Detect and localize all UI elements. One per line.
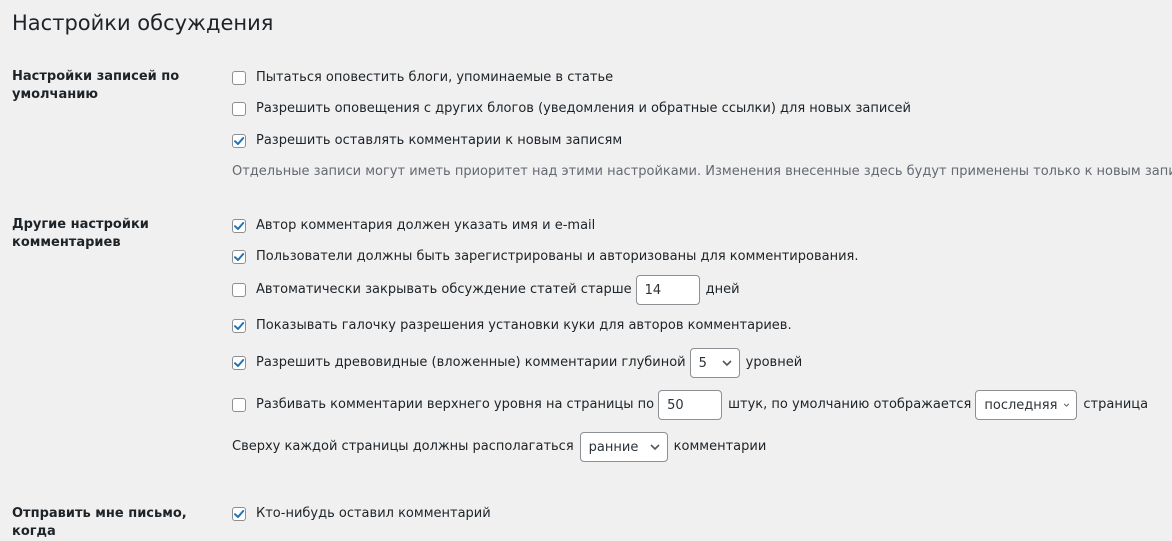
close-old-row: Автоматически закрывать обсуждение стате… bbox=[232, 275, 740, 305]
anyone-posts-row[interactable]: Кто-нибудь оставил комментарий bbox=[232, 501, 491, 527]
checkmark-icon bbox=[234, 253, 245, 261]
chevron-down-icon bbox=[1064, 403, 1070, 407]
threaded-label[interactable]: Разрешить древовидные (вложенные) коммен… bbox=[256, 354, 686, 372]
pingbacks-row[interactable]: Пытаться оповестить блоги, упоминаемые в… bbox=[232, 65, 613, 91]
require-name-email-checkbox[interactable] bbox=[232, 219, 246, 233]
notifications-label[interactable]: Разрешить оповещения с других блогов (ув… bbox=[256, 100, 911, 118]
allow-comments-label[interactable]: Разрешить оставлять комментарии к новым … bbox=[256, 132, 622, 150]
thread-depth-value: 5 bbox=[698, 355, 707, 371]
section-label-email-me-whenever: Отправить мне письмо, когда bbox=[12, 506, 187, 539]
comments-per-page-input[interactable]: 50 bbox=[658, 390, 723, 420]
paginate-middle-text: штук, по умолчанию отображается bbox=[728, 397, 972, 412]
anyone-posts-label[interactable]: Кто-нибудь оставил комментарий bbox=[256, 505, 491, 523]
comment-order-select[interactable]: ранние bbox=[579, 432, 668, 462]
section-label-default-post-settings: Настройки записей по умолчанию bbox=[12, 69, 180, 102]
section-label-other-comment-settings: Другие настройки комментариев bbox=[12, 217, 149, 250]
close-days-input[interactable]: 14 bbox=[635, 275, 700, 305]
paginate-row: Разбивать комментарии верхнего уровня на… bbox=[232, 390, 1149, 420]
threaded-checkbox[interactable] bbox=[232, 356, 246, 370]
pingbacks-label[interactable]: Пытаться оповестить блоги, упоминаемые в… bbox=[256, 69, 613, 87]
registration-row[interactable]: Пользователи должны быть зарегистрирован… bbox=[232, 244, 858, 270]
threaded-row: Разрешить древовидные (вложенные) коммен… bbox=[232, 348, 803, 378]
close-days-unit: дней bbox=[705, 282, 740, 297]
checkmark-icon bbox=[234, 359, 245, 367]
require-name-email-label[interactable]: Автор комментария должен указать имя и e… bbox=[256, 217, 595, 235]
allow-comments-row[interactable]: Разрешить оставлять комментарии к новым … bbox=[232, 128, 622, 154]
registration-checkbox[interactable] bbox=[232, 250, 246, 264]
allow-comments-checkbox[interactable] bbox=[232, 134, 246, 148]
paginate-after-text: страница bbox=[1083, 397, 1149, 412]
paginate-label[interactable]: Разбивать комментарии верхнего уровня на… bbox=[256, 396, 654, 414]
close-old-checkbox[interactable] bbox=[232, 283, 246, 297]
checkmark-icon bbox=[234, 137, 245, 145]
cookies-checkbox[interactable] bbox=[232, 319, 246, 333]
pingbacks-checkbox[interactable] bbox=[232, 71, 246, 85]
require-name-email-row[interactable]: Автор комментария должен указать имя и e… bbox=[232, 213, 595, 239]
defaults-description: Отдельные записи могут иметь приоритет н… bbox=[232, 163, 1172, 179]
comment-order-label: Сверху каждой страницы должны располагат… bbox=[232, 439, 574, 454]
page-title: Настройки обсуждения bbox=[12, 11, 274, 35]
paginate-checkbox[interactable] bbox=[232, 398, 246, 412]
default-page-select[interactable]: последняя bbox=[975, 390, 1078, 420]
comment-order-value: ранние bbox=[588, 439, 639, 455]
chevron-down-icon bbox=[650, 444, 660, 451]
chevron-down-icon bbox=[722, 360, 732, 367]
notifications-checkbox[interactable] bbox=[232, 102, 246, 116]
comment-order-row: Сверху каждой страницы должны располагат… bbox=[232, 432, 767, 462]
registration-label[interactable]: Пользователи должны быть зарегистрирован… bbox=[256, 248, 858, 266]
checkmark-icon bbox=[234, 322, 245, 330]
checkmark-icon bbox=[234, 222, 245, 230]
thread-depth-select[interactable]: 5 bbox=[689, 348, 740, 378]
comment-order-after-text: комментарии bbox=[673, 439, 767, 454]
close-old-label[interactable]: Автоматически закрывать обсуждение стате… bbox=[256, 281, 632, 299]
default-page-value: последняя bbox=[984, 397, 1058, 413]
checkmark-icon bbox=[234, 510, 245, 518]
notifications-row[interactable]: Разрешить оповещения с других блогов (ув… bbox=[232, 96, 911, 122]
thread-depth-unit: уровней bbox=[745, 355, 803, 370]
cookies-label[interactable]: Показывать галочку разрешения установки … bbox=[256, 317, 792, 335]
cookies-row[interactable]: Показывать галочку разрешения установки … bbox=[232, 313, 792, 339]
